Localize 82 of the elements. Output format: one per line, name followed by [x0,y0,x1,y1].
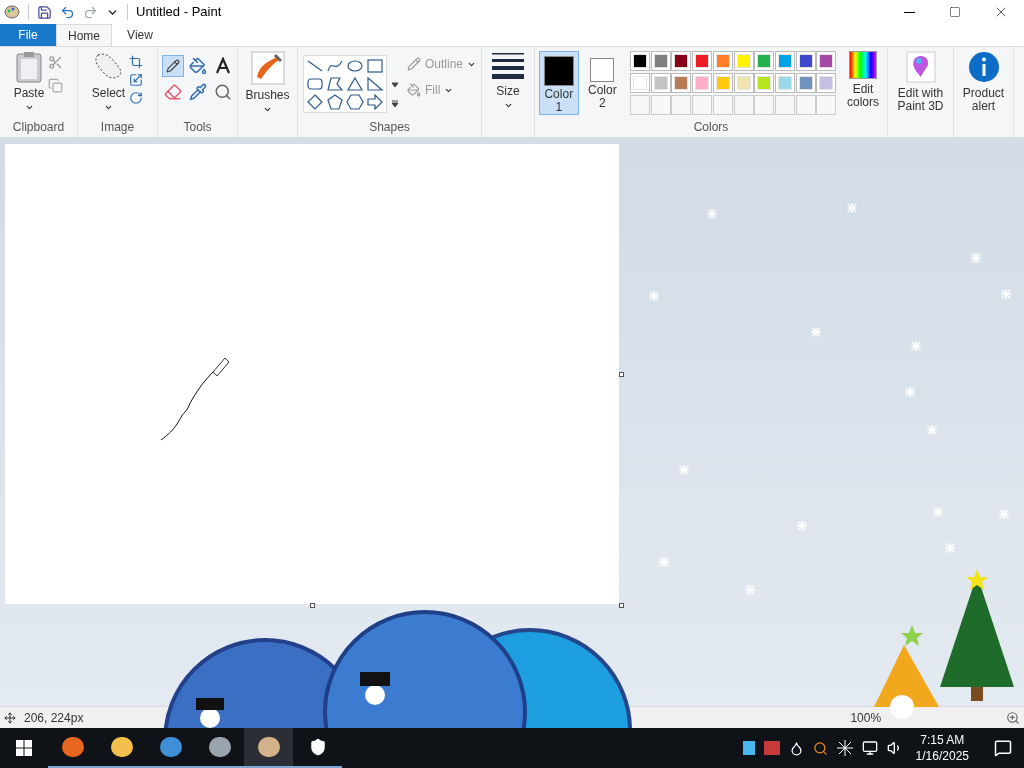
color-slot-button[interactable]: Color 2 [582,51,623,115]
color-square [590,58,615,82]
caret-icon [503,101,513,110]
shape-icon[interactable] [346,94,364,110]
minimize-icon [903,11,915,13]
shape-icon[interactable] [346,58,364,74]
fill-bucket-icon [407,83,421,97]
fill-bucket-icon[interactable] [189,57,207,75]
tray-app-icon[interactable] [763,741,780,755]
group-label: Colors [693,121,729,133]
clipboard-icon [15,51,43,83]
pencil-button[interactable] [162,55,184,77]
shape-icon[interactable] [326,94,344,110]
resize-handle[interactable] [619,603,624,608]
paste-button[interactable]: Paste [13,51,45,112]
snowflake-icon[interactable] [836,740,853,756]
zoom-in-icon[interactable] [1006,710,1020,725]
edit-colors-button[interactable]: Edit colors [843,51,883,109]
network-icon[interactable] [861,740,878,756]
windows-logo-icon [16,740,32,756]
shape-icon[interactable] [306,94,324,110]
cursor-position: 206, 224px [24,709,84,727]
restore-icon [949,6,961,18]
clock[interactable]: 7:15 AM 1/16/2025 [911,732,973,764]
shape-icon[interactable] [366,76,384,92]
shape-icon[interactable] [326,58,344,74]
droplet-icon[interactable] [788,740,804,756]
tray-search-icon[interactable] [812,740,828,756]
color-square [543,56,574,86]
ribbon-tab[interactable]: Home [56,24,112,46]
tray-app-icon[interactable] [742,741,755,755]
zoom-level: 100% [850,709,882,727]
caret-icon [24,103,34,112]
rotate-icon[interactable] [129,91,144,105]
app-icon [61,737,84,757]
save-icon[interactable] [37,4,52,20]
info-icon [967,51,1000,83]
pencil-icon [407,57,421,71]
app-icon [208,737,231,757]
paint-app-icon [4,5,20,19]
magnifier-icon[interactable] [214,83,232,101]
line-width-icon [492,51,524,81]
caret-icon [263,105,272,114]
shape-icon[interactable] [346,76,364,92]
color-spectrum-icon [849,51,877,79]
paint-drop-icon [905,51,936,83]
file-menu-button[interactable]: File [0,24,56,46]
color-picker-icon[interactable] [189,83,207,101]
group-label: Tools [183,121,212,133]
group-label: Image [100,121,135,133]
ribbon-tab[interactable]: View [112,24,168,46]
taskbar-app-icon[interactable] [244,728,293,768]
paint-3d-button[interactable]: Edit with Paint 3D [890,51,951,113]
paintbrush-icon [250,51,285,85]
window-title: Untitled - Paint [136,3,222,22]
app-icon [257,737,280,757]
text-tool-icon[interactable] [214,57,232,75]
shape-icon[interactable] [306,76,324,92]
color-slot-button[interactable]: Color 1 [539,51,579,115]
product-alert-button[interactable]: Product alert [958,51,1009,113]
size-button[interactable]: Size [492,51,524,110]
resize-handle[interactable] [310,603,315,608]
app-icon [159,737,182,757]
resize-handle[interactable] [619,372,624,377]
select-button[interactable]: Select [91,51,126,112]
caret-icon [104,103,113,112]
group-label: Shapes [369,121,410,133]
notifications-icon[interactable] [994,739,1012,757]
cursor-position-icon [4,711,16,724]
cut-icon[interactable] [48,55,64,70]
shape-icon[interactable] [326,76,344,92]
resize-icon[interactable] [129,73,144,87]
eraser-icon[interactable] [164,83,182,101]
crop-icon[interactable] [129,55,144,69]
undo-icon[interactable] [60,4,75,20]
shield-icon [308,738,327,756]
brushes-button[interactable]: Brushes [245,51,290,114]
group-label: Clipboard [12,121,65,133]
app-icon [110,737,133,757]
pencil-icon [166,59,180,73]
shape-icon[interactable] [306,58,324,74]
shape-icon[interactable] [366,94,384,110]
